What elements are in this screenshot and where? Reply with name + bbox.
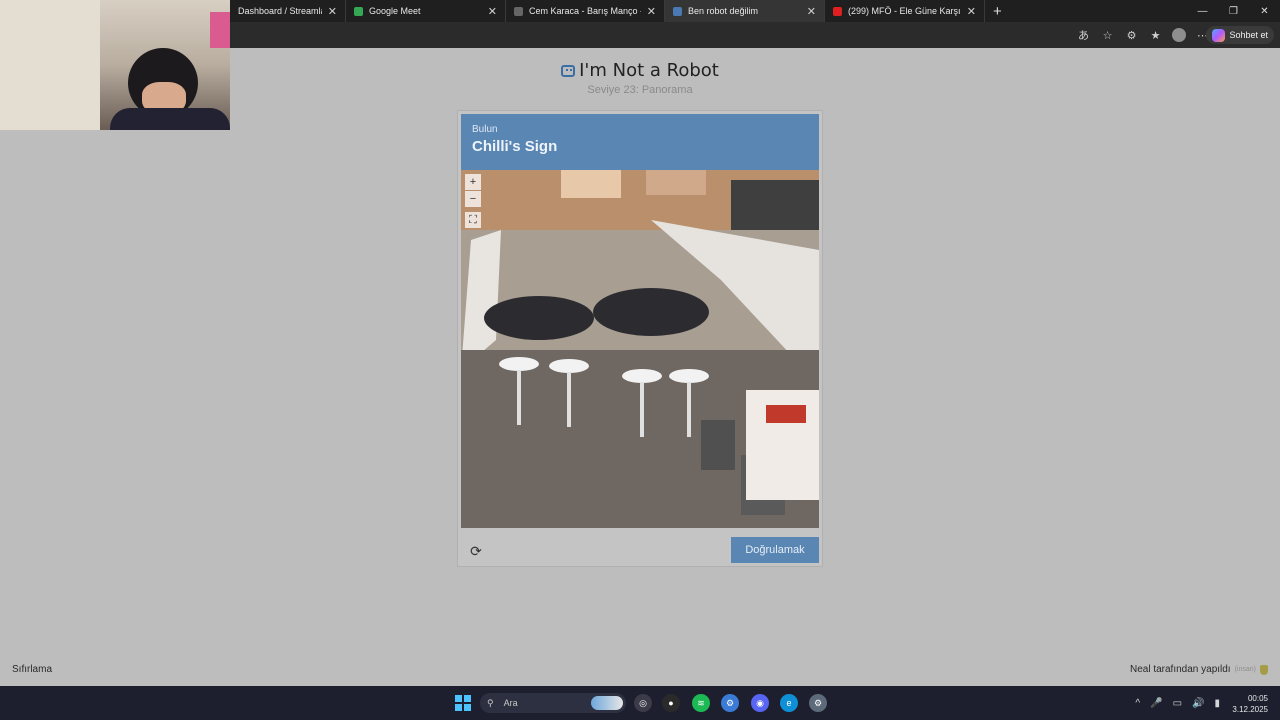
zoom-in-button[interactable]: + <box>465 174 481 190</box>
captcha-card: Bulun Chilli's Sign + − ⛶ ⟳ Doğrulamak <box>457 110 823 567</box>
trophy-icon <box>1260 664 1268 675</box>
new-tab-button[interactable]: + <box>993 3 1002 20</box>
search-highlight-icon <box>591 696 623 710</box>
page-title-text: I'm Not a Robot <box>579 60 719 81</box>
copilot-icon <box>1212 28 1226 42</box>
captcha-header: Bulun Chilli's Sign <box>461 114 819 170</box>
close-icon[interactable]: ✕ <box>967 5 976 18</box>
page-content: I'm Not a Robot Seviye 23: Panorama Bulu… <box>0 48 1280 686</box>
tab-title: Google Meet <box>369 6 421 16</box>
tray-chevron-icon[interactable]: ^ <box>1135 698 1140 709</box>
robot-icon <box>561 64 576 77</box>
meet-favicon-icon <box>354 6 363 16</box>
refresh-icon[interactable]: ⟳ <box>468 543 484 559</box>
battery-icon[interactable]: ▮ <box>1214 698 1220 709</box>
tab-title: (299) MFÖ - Ele Güne Karşı (Offic <box>848 6 961 16</box>
search-placeholder: Ara <box>503 698 518 708</box>
window-controls: — ❐ ✕ <box>1187 0 1280 22</box>
system-tray: ^ 🎤 ▭ 🔊 ▮ <box>1135 686 1220 720</box>
made-by-credit: Neal tarafından yapıldı (insan) <box>1130 664 1268 675</box>
taskbar-clock[interactable]: 00:05 3.12.2025 <box>1232 693 1268 715</box>
copilot-chat-button[interactable]: Sohbet et <box>1206 26 1274 44</box>
start-button[interactable] <box>455 695 471 711</box>
taskbar-search[interactable]: ⚲ Ara <box>480 693 626 713</box>
made-by-suffix: (insan) <box>1234 666 1256 673</box>
search-icon: ⚲ <box>487 697 494 708</box>
extensions-icon[interactable]: ⚙ <box>1124 29 1139 42</box>
youtube-favicon-icon <box>833 6 842 16</box>
translate-icon[interactable]: あ <box>1076 27 1091 43</box>
page-title: I'm Not a Robot <box>561 60 719 81</box>
windows-logo-icon <box>455 704 462 711</box>
network-icon[interactable]: ▭ <box>1173 698 1182 709</box>
tab-title: Cem Karaca - Barış Manço - Şebn <box>529 6 641 16</box>
tab-cem-karaca[interactable]: Cem Karaca - Barış Manço - Şebn ✕ <box>506 0 665 22</box>
verify-button[interactable]: Doğrulamak <box>731 537 819 563</box>
windows-logo-icon <box>464 704 471 711</box>
tab-streamlabs[interactable]: Dashboard / Streamlabs ✕ <box>230 0 346 22</box>
chatgpt-app-icon[interactable]: ◎ <box>634 694 652 712</box>
edge-app-icon[interactable]: e <box>780 694 798 712</box>
close-icon[interactable]: ✕ <box>328 5 337 18</box>
page-favicon-icon <box>673 6 682 16</box>
tab-google-meet[interactable]: Google Meet ✕ <box>346 0 506 22</box>
collections-icon[interactable]: ★ <box>1148 29 1163 42</box>
tab-title: Ben robot değilim <box>688 6 759 16</box>
webcam-person-body <box>110 108 230 130</box>
reset-link[interactable]: Sıfırlama <box>12 664 52 675</box>
target-label: Chilli's Sign <box>472 138 558 155</box>
tab-ben-robot-degilim[interactable]: Ben robot değilim ✕ <box>665 0 825 22</box>
discord-app-icon[interactable]: ◉ <box>751 694 769 712</box>
close-icon[interactable]: ✕ <box>488 5 497 18</box>
fullscreen-button[interactable]: ⛶ <box>465 212 481 228</box>
panorama-image[interactable] <box>461 170 819 528</box>
made-by-text[interactable]: Neal tarafından yapıldı <box>1130 664 1231 675</box>
chat-button-label: Sohbet et <box>1229 30 1268 40</box>
video-favicon-icon <box>514 6 523 16</box>
webcam-wall <box>0 0 100 130</box>
favorite-star-icon[interactable]: ☆ <box>1100 29 1115 42</box>
find-label: Bulun <box>472 124 498 135</box>
minimize-button[interactable]: — <box>1187 0 1218 22</box>
webcam-pink-object <box>210 12 230 48</box>
close-icon[interactable]: ✕ <box>807 5 816 18</box>
tab-title: Dashboard / Streamlabs <box>238 6 322 16</box>
microphone-icon[interactable]: 🎤 <box>1150 698 1162 709</box>
profile-icon[interactable] <box>1172 28 1186 42</box>
obs-app-icon[interactable]: ● <box>662 694 680 712</box>
windows-logo-icon <box>455 695 462 702</box>
clock-time: 00:05 <box>1247 694 1268 703</box>
zoom-out-button[interactable]: − <box>465 191 481 207</box>
webcam-overlay <box>0 0 230 130</box>
windows-taskbar: ⚲ Ara ◎ ● ≋ ⚙ ◉ e ⚙ ^ 🎤 ▭ 🔊 ▮ 00:05 3.12… <box>0 686 1280 720</box>
close-window-button[interactable]: ✕ <box>1249 0 1280 22</box>
restore-button[interactable]: ❐ <box>1218 0 1249 22</box>
panorama-view[interactable]: + − ⛶ <box>461 170 819 528</box>
spotify-app-icon[interactable]: ≋ <box>692 694 710 712</box>
steam-app-icon[interactable]: ⚙ <box>721 694 739 712</box>
toolbar-icons: あ ☆ ⚙ ★ ⋯ <box>1076 22 1210 48</box>
settings-app-icon[interactable]: ⚙ <box>809 694 827 712</box>
close-icon[interactable]: ✕ <box>647 5 656 18</box>
volume-icon[interactable]: 🔊 <box>1192 698 1204 709</box>
windows-logo-icon <box>464 695 471 702</box>
tab-mfo[interactable]: (299) MFÖ - Ele Güne Karşı (Offic ✕ <box>825 0 985 22</box>
clock-date: 3.12.2025 <box>1232 705 1268 714</box>
